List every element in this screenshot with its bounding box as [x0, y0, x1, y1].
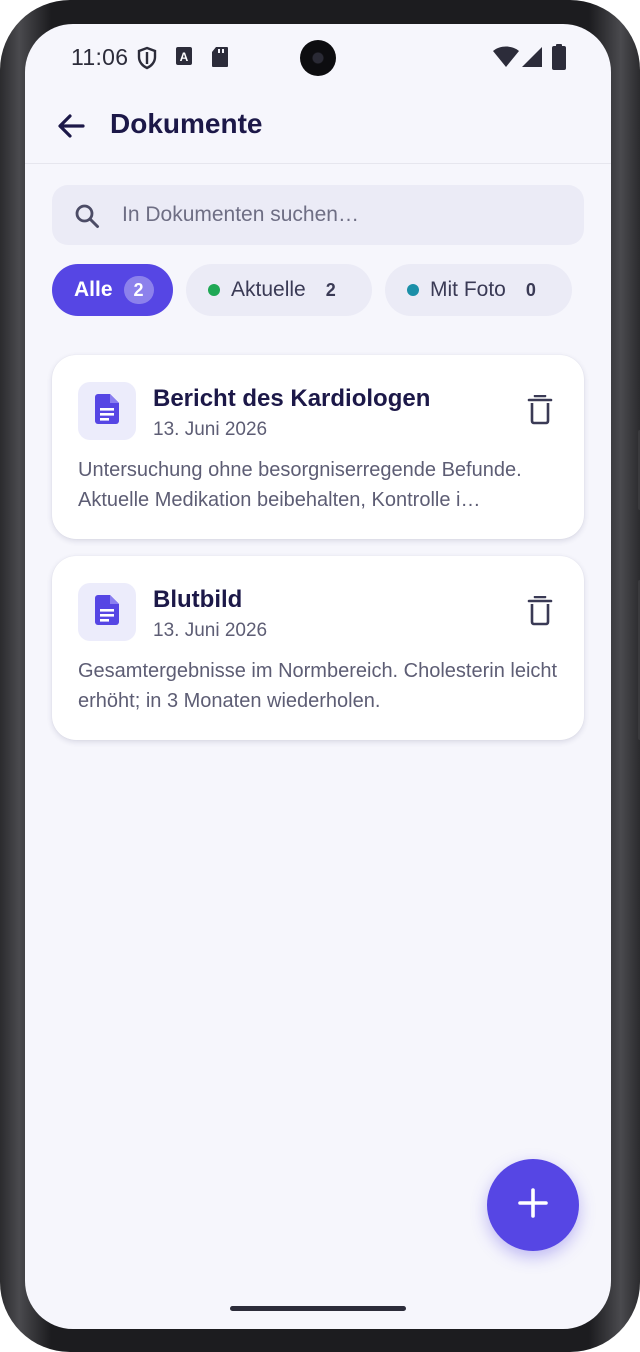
document-icon-tile — [78, 583, 136, 641]
document-icon — [95, 594, 119, 630]
filter-chip-count: 2 — [123, 276, 154, 304]
filter-chip-label: Aktuelle — [231, 278, 306, 301]
document-title: Blutbild — [153, 586, 243, 613]
home-indicator[interactable] — [230, 1306, 406, 1311]
filter-chip-count: 0 — [525, 279, 536, 300]
page-title: Dokumente — [110, 108, 263, 139]
search-bar[interactable] — [52, 185, 584, 245]
phone-frame: 11:06 A Dokumente In Dokumenten suchen… … — [0, 0, 640, 1352]
status-time: 11:06 — [71, 44, 129, 70]
document-icon — [95, 393, 119, 429]
screen: 11:06 A Dokumente In Dokumenten suchen… … — [25, 24, 611, 1329]
trash-icon — [526, 595, 554, 630]
status-bar: 11:06 A — [25, 24, 611, 94]
document-date: 13. Juni 2026 — [153, 620, 268, 641]
filter-chip-count: 2 — [325, 279, 336, 300]
status-dot-teal — [407, 284, 419, 296]
plus-icon — [517, 1187, 549, 1224]
filter-chip-with-photo[interactable]: Mit Foto 0 — [385, 264, 572, 316]
app-bar: Dokumente — [25, 94, 611, 164]
camera-cutout — [300, 40, 336, 76]
delete-document-button[interactable] — [526, 595, 554, 626]
status-dot-green — [208, 284, 220, 296]
document-summary: Gesamtergebnisse im Normbereich. Cholest… — [78, 660, 558, 712]
document-title: Bericht des Kardiologen — [153, 385, 431, 412]
document-card[interactable]: Bericht des Kardiologen 13. Juni 2026 Un… — [52, 355, 584, 539]
document-icon-tile — [78, 382, 136, 440]
back-button[interactable] — [53, 108, 89, 144]
delete-document-button[interactable] — [526, 394, 554, 425]
search-icon — [74, 203, 100, 229]
filter-chip-label: Alle — [74, 278, 113, 301]
filter-chip-label: Mit Foto — [430, 278, 506, 301]
svg-text:A: A — [180, 50, 189, 64]
arrow-left-icon — [53, 114, 89, 148]
filter-chip-all[interactable]: Alle 2 — [52, 264, 173, 316]
document-summary: Untersuchung ohne besorgniserregende Bef… — [78, 459, 522, 511]
font-a-icon: A — [175, 46, 193, 71]
cell-signal-icon — [521, 46, 543, 73]
shield-icon — [136, 46, 158, 75]
document-card[interactable]: Blutbild 13. Juni 2026 Gesamtergebnisse … — [52, 556, 584, 740]
sd-card-icon — [211, 46, 229, 73]
document-date: 13. Juni 2026 — [153, 419, 268, 440]
search-input[interactable] — [122, 185, 562, 245]
trash-icon — [526, 394, 554, 429]
battery-icon — [552, 44, 566, 75]
filter-chip-current[interactable]: Aktuelle 2 — [186, 264, 372, 316]
add-document-button[interactable] — [487, 1159, 579, 1251]
wifi-icon — [493, 46, 519, 73]
